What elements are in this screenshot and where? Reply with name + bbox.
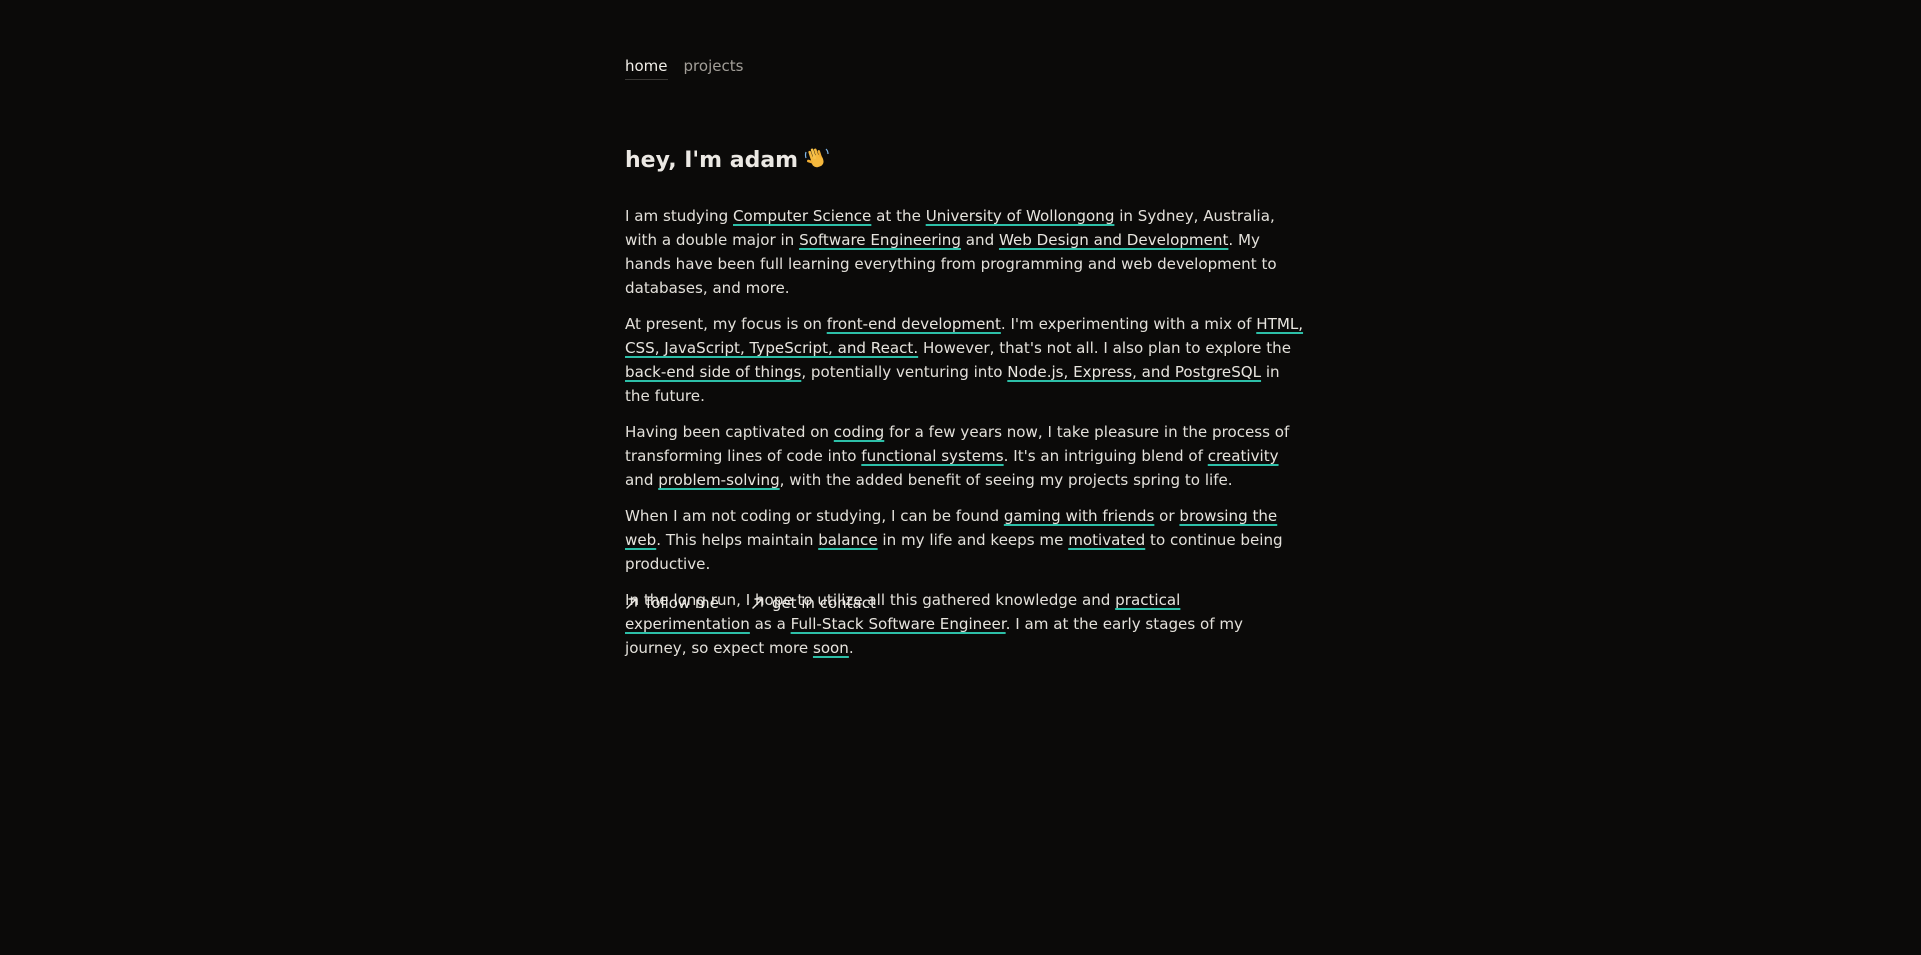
follow-me-link[interactable]: follow me (625, 594, 719, 612)
bio-paragraph: I am studying Computer Science at the Un… (625, 204, 1305, 300)
follow-me-label: follow me (646, 594, 719, 612)
nav-projects-link[interactable]: projects (684, 57, 744, 80)
bio-text: , with the added benefit of seeing my pr… (779, 471, 1233, 489)
bio-link[interactable]: front-end development (827, 315, 1001, 333)
bio-text: or (1154, 507, 1180, 525)
bio-text: I am studying (625, 207, 733, 225)
bio-link[interactable]: functional systems (861, 447, 1003, 465)
bio-text: , potentially venturing into (801, 363, 1008, 381)
arrow-up-right-icon (626, 597, 637, 609)
bio-text: in my life and keeps me (877, 531, 1069, 549)
bio-text: When I am not coding or studying, I can … (625, 507, 1004, 525)
waving-hand-icon (804, 146, 830, 172)
bio-link[interactable]: back-end side of things (625, 363, 801, 381)
bio-text: . I'm experimenting with a mix of (1000, 315, 1257, 333)
bio-text: At present, my focus is on (625, 315, 827, 333)
bio-link[interactable]: problem-solving (658, 471, 779, 489)
bio-link[interactable]: Computer Science (733, 207, 871, 225)
action-links: follow me get in contact (625, 594, 876, 612)
bio-text: and (625, 471, 659, 489)
bio-text: However, that's not all. I also plan to … (918, 339, 1292, 357)
bio-paragraph: Having been captivated on coding for a f… (625, 420, 1305, 492)
bio-link[interactable]: Node.js, Express, and PostgreSQL (1007, 363, 1261, 381)
get-in-contact-link[interactable]: get in contact (751, 594, 876, 612)
bio-link[interactable]: Web Design and Development (999, 231, 1228, 249)
bio-link[interactable]: coding (834, 423, 884, 441)
bio-link[interactable]: gaming with friends (1004, 507, 1155, 525)
page-title-text: hey, I'm adam (625, 148, 799, 173)
bio-link[interactable]: creativity (1208, 447, 1279, 465)
nav-home-link[interactable]: home (625, 57, 668, 80)
bio-text: at the (871, 207, 926, 225)
bio-link[interactable]: Software Engineering (799, 231, 961, 249)
bio-link[interactable]: soon (813, 639, 849, 657)
top-nav: home projects (625, 57, 743, 80)
bio-text: . It's an intriguing blend of (1003, 447, 1208, 465)
bio-text: . (848, 639, 854, 657)
bio-text: . This helps maintain (656, 531, 819, 549)
bio-text: as a (749, 615, 791, 633)
bio-link[interactable]: University of Wollongong (926, 207, 1115, 225)
get-in-contact-label: get in contact (771, 594, 876, 612)
arrow-up-right-icon (752, 597, 763, 609)
bio-paragraph: At present, my focus is on front-end dev… (625, 312, 1305, 408)
bio-link[interactable]: Full-Stack Software Engineer (791, 615, 1006, 633)
bio-link[interactable]: motivated (1068, 531, 1145, 549)
page-title: hey, I'm adam (625, 146, 830, 173)
bio-paragraph: When I am not coding or studying, I can … (625, 504, 1305, 576)
bio-text: and (960, 231, 999, 249)
bio-text: Having been captivated on (625, 423, 834, 441)
bio-link[interactable]: balance (818, 531, 877, 549)
